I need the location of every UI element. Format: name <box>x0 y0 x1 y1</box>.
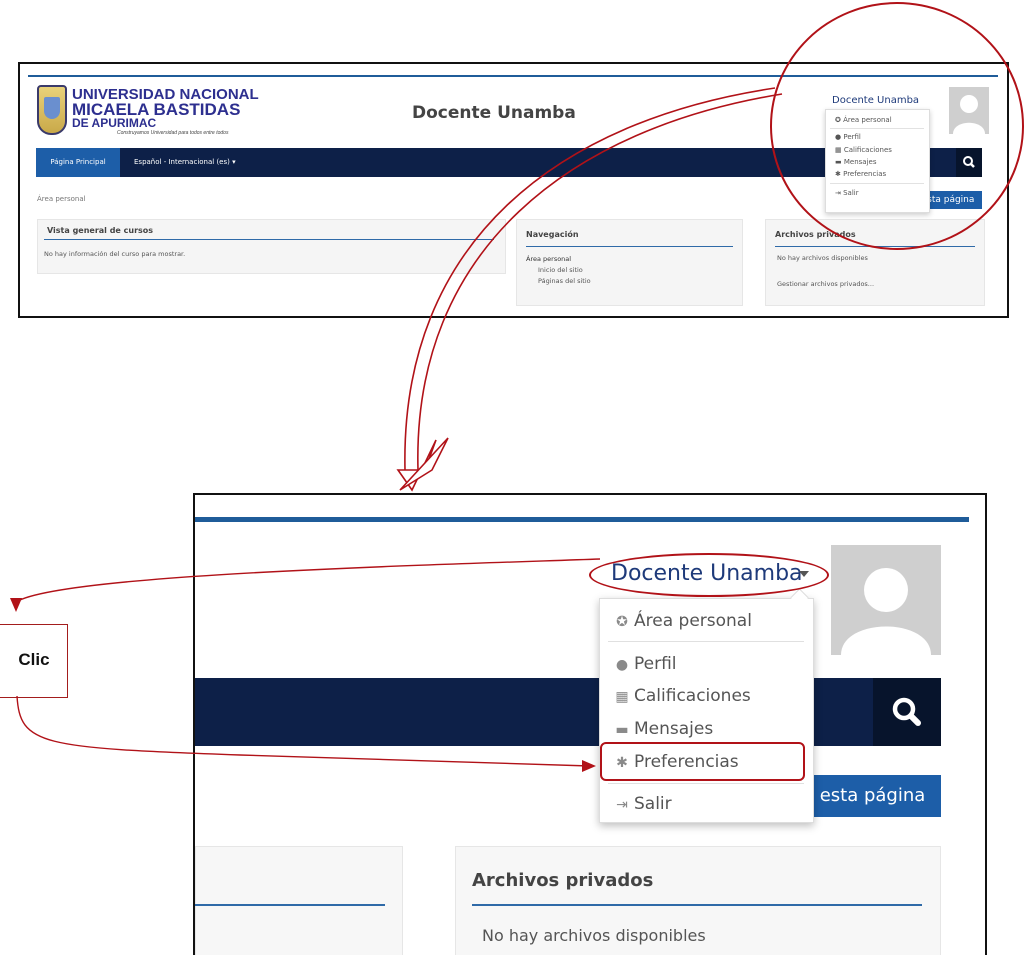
panel-rule <box>472 904 922 906</box>
logo-tagline: Construyamos Universidad para todos entr… <box>117 130 229 136</box>
panel-title: Navegación <box>526 230 579 239</box>
search-icon <box>892 697 921 726</box>
highlight-ring <box>770 2 1024 250</box>
menu-item-logout[interactable]: ⇥ Salir <box>614 794 672 814</box>
breadcrumb[interactable]: Área personal <box>37 195 86 203</box>
menu-item-profile[interactable]: ● Perfil <box>614 654 677 674</box>
manage-files-link[interactable]: Gestionar archivos privados... <box>777 280 874 288</box>
dashboard-icon: ✪ <box>616 614 628 630</box>
menu-item-label: Área personal <box>634 611 752 631</box>
chat-icon: ▬ <box>615 722 629 738</box>
panel-text: No hay archivos disponibles <box>777 254 868 262</box>
panel-rule <box>44 239 494 240</box>
user-dropdown-menu: ✪ Área personal ● Perfil ▦ Calificaciones ▬… <box>599 598 814 823</box>
zoom-arrow-head <box>396 439 437 492</box>
menu-item-grades[interactable]: ▦ Calificaciones <box>614 686 751 706</box>
panel-rule <box>526 246 733 247</box>
header-rule <box>195 517 969 522</box>
customize-page-button[interactable]: esta página <box>804 775 941 817</box>
user-name-highlight-ellipse <box>589 553 829 597</box>
language-menu[interactable]: Español - Internacional (es) ▾ <box>134 148 236 177</box>
avatar-silhouette-icon <box>841 568 931 655</box>
click-callout-label: Clic <box>18 650 50 669</box>
menu-divider <box>608 783 804 784</box>
university-logo[interactable] <box>37 85 67 135</box>
nav-item-site-pages[interactable]: Páginas del sitio <box>538 277 591 285</box>
menu-divider <box>608 641 804 642</box>
user-icon: ● <box>615 657 629 673</box>
table-icon: ▦ <box>615 689 629 705</box>
nav-home-link[interactable]: Página Principal <box>36 148 120 177</box>
nav-item-site-home[interactable]: Inicio del sitio <box>538 266 583 274</box>
nav-item-dashboard[interactable]: Área personal <box>526 255 571 263</box>
menu-item-dashboard[interactable]: ✪ Área personal <box>614 611 752 631</box>
sign-out-icon: ⇥ <box>616 797 628 813</box>
menu-item-label: Salir <box>634 794 672 814</box>
panel-title: Vista general de cursos <box>47 226 154 235</box>
site-title: Docente Unamba <box>412 103 576 123</box>
menu-item-label: Mensajes <box>634 719 714 739</box>
avatar[interactable] <box>831 545 941 655</box>
zoom-arrow-head <box>399 437 449 491</box>
navbar <box>195 678 941 746</box>
menu-item-label: Perfil <box>634 654 677 674</box>
menu-item-messages[interactable]: ▬ Mensajes <box>614 719 713 739</box>
panel-rule <box>195 904 385 906</box>
menu-item-label: Calificaciones <box>634 686 751 706</box>
courses-overview-panel <box>195 846 403 955</box>
click-arrow-top-head <box>10 598 22 612</box>
zoomed-screenshot: Docente Unamba esta página Archivos priv… <box>193 493 987 955</box>
logo-line-3: DE APURIMAC <box>72 116 157 130</box>
search-button[interactable] <box>873 678 941 746</box>
private-files-title: Archivos privados <box>472 870 654 891</box>
panel-text: No hay información del curso para mostra… <box>44 250 186 258</box>
preferences-highlight-box <box>600 742 805 781</box>
